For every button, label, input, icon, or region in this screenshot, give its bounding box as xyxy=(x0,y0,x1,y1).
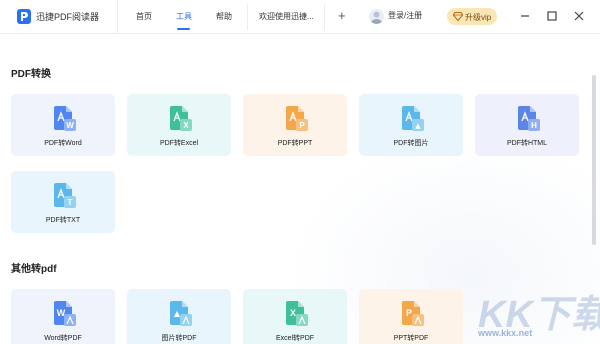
maximize-icon[interactable] xyxy=(545,9,559,23)
section-title-pdf-convert: PDF转换 xyxy=(11,69,51,80)
tool-label: PDF转Word xyxy=(44,140,82,147)
tool-label: PDF转TXT xyxy=(45,217,81,224)
tool-label: PDF转Excel xyxy=(159,140,199,147)
title-bar: 迅捷PDF阅读器 首页 工具 帮助 欢迎使用迅捷... + 登录/注册 升级vi… xyxy=(0,0,600,34)
active-tab-indicator xyxy=(177,28,190,30)
divider xyxy=(117,0,118,34)
tool-pdf-to-txt[interactable]: T PDF转TXT xyxy=(11,171,115,233)
pdf-to-image-icon: ▲ xyxy=(402,106,424,131)
add-tab-button[interactable]: + xyxy=(338,8,346,24)
image-to-pdf-icon: ▲ xyxy=(170,301,192,326)
tool-pdf-to-image[interactable]: ▲ PDF转图片 xyxy=(359,94,463,156)
badge: W xyxy=(66,121,74,130)
tab-welcome-label: 欢迎使用迅捷... xyxy=(259,12,314,21)
app-logo-icon xyxy=(17,9,31,24)
section-title-other-to-pdf: 其他转pdf xyxy=(11,264,57,275)
tool-pdf-to-excel[interactable]: X PDF转Excel xyxy=(127,94,231,156)
tool-pdf-to-ppt[interactable]: P PDF转PPT xyxy=(243,94,347,156)
badge: ▲ xyxy=(415,122,421,130)
avatar[interactable] xyxy=(369,9,384,24)
tool-label: Word转PDF xyxy=(44,335,82,342)
tab-welcome[interactable]: 欢迎使用迅捷... xyxy=(247,4,325,30)
tool-pdf-to-word[interactable]: W PDF转Word xyxy=(11,94,115,156)
minimize-icon[interactable] xyxy=(518,9,532,23)
tool-label: 图片转PDF xyxy=(161,335,197,342)
tool-label: PDF转图片 xyxy=(393,140,429,147)
tool-word-to-pdf[interactable]: W Word转PDF xyxy=(11,289,115,344)
pdf-to-word-icon: W xyxy=(54,106,76,131)
badge: ▲ xyxy=(174,309,181,318)
tool-image-to-pdf[interactable]: ▲ 图片转PDF xyxy=(127,289,231,344)
word-to-pdf-icon: W xyxy=(54,301,76,326)
pdf-to-txt-icon: T xyxy=(54,183,76,208)
tool-ppt-to-pdf[interactable]: P PPT转PDF xyxy=(359,289,463,344)
excel-to-pdf-icon: X xyxy=(286,301,308,326)
badge: H xyxy=(531,121,537,130)
ppt-to-pdf-icon: P xyxy=(402,301,424,326)
diamond-icon xyxy=(453,12,463,21)
app-name: 迅捷PDF阅读器 xyxy=(36,12,100,22)
close-icon[interactable] xyxy=(572,9,586,23)
tool-pdf-to-html[interactable]: H PDF转HTML xyxy=(475,94,579,156)
badge: X xyxy=(290,308,296,318)
upgrade-vip-button[interactable]: 升级vip xyxy=(447,8,497,25)
badge: P xyxy=(299,121,305,130)
watermark-url: www.kkx.net xyxy=(478,328,533,338)
pdf-to-excel-icon: X xyxy=(170,106,192,131)
tool-label: Excel转PDF xyxy=(275,335,315,342)
tool-excel-to-pdf[interactable]: X Excel转PDF xyxy=(243,289,347,344)
upgrade-vip-label: 升级vip xyxy=(465,13,492,22)
tab-help[interactable]: 帮助 xyxy=(216,0,232,34)
scrollbar[interactable] xyxy=(592,75,596,245)
tool-label: PDF转PPT xyxy=(277,140,313,147)
tool-label: PDF转HTML xyxy=(506,140,548,147)
user-icon xyxy=(370,11,383,24)
tool-label: PPT转PDF xyxy=(393,335,429,342)
badge: T xyxy=(68,198,73,207)
pdf-to-html-icon: H xyxy=(518,106,540,131)
login-link[interactable]: 登录/注册 xyxy=(388,10,422,21)
pdf-to-ppt-icon: P xyxy=(286,106,308,131)
tab-home[interactable]: 首页 xyxy=(136,0,152,34)
badge: X xyxy=(183,121,189,130)
badge: P xyxy=(406,308,412,318)
